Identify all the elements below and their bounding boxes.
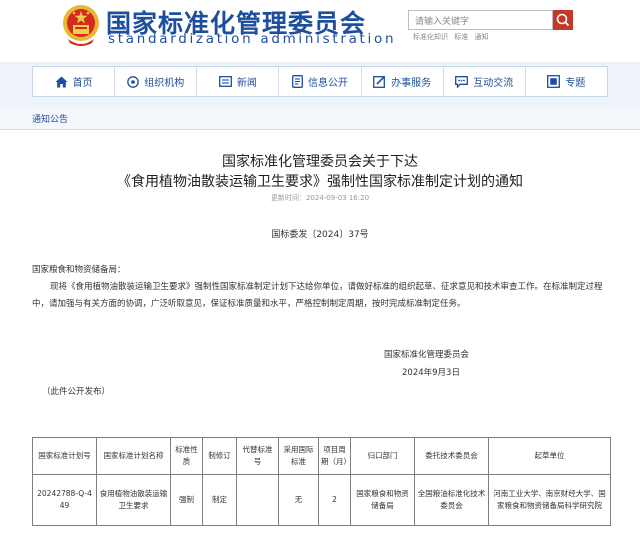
hot-words: 标准化知识 标准 通知 — [413, 32, 492, 42]
main-nav: 首页 组织机构 新闻 信息公开 办事服务 互动交流 专题 — [32, 66, 608, 97]
service-icon — [373, 75, 386, 88]
nav-item-topic[interactable]: 专题 — [526, 67, 607, 96]
table-cell: 强制 — [170, 474, 203, 526]
signature: 国家标准化管理委员会 — [384, 350, 470, 360]
table-row: 20242788-Q-449 食用植物油散装运输卫生要求 强制 制定 无 2 国… — [32, 474, 611, 526]
table-cell: 2 — [318, 474, 351, 526]
table-cell: 全国粮油标准化技术委员会 — [414, 474, 489, 526]
document-number: 国标委发〔2024〕37号 — [271, 230, 369, 240]
nav-label: 办事服务 — [391, 78, 432, 89]
column-header: 采用国际标准 — [278, 437, 319, 475]
search-icon — [556, 13, 570, 27]
breadcrumb-link[interactable]: 通知公告 — [32, 112, 68, 125]
table-header-row: 国家标准计划号 国家标准计划名称 标准性质 制修订 代替标准号 采用国际标准 项… — [32, 437, 611, 475]
home-icon — [55, 76, 68, 87]
column-header: 国家标准计划名称 — [96, 437, 171, 475]
nav-label: 信息公开 — [307, 78, 348, 89]
site-subtitle: standardization administration — [108, 31, 397, 47]
column-header: 制修订 — [202, 437, 237, 475]
table-cell: 食用植物油散装运输卫生要求 — [96, 474, 171, 526]
signature-date: 2024年9月3日 — [402, 368, 460, 378]
hot-word-link[interactable]: 标准 — [454, 33, 468, 41]
nav-label: 新闻 — [236, 78, 257, 89]
column-header: 代替标准号 — [236, 437, 279, 475]
nav-item-service[interactable]: 办事服务 — [362, 67, 444, 96]
hot-word-link[interactable]: 通知 — [474, 33, 488, 41]
publish-note: （此件公开发布） — [42, 387, 111, 397]
table-cell: 河南工业大学、南京财经大学、国家粮食和物资储备局科学研究院 — [488, 474, 611, 526]
news-icon — [218, 76, 232, 87]
org-icon — [127, 75, 140, 88]
site-header: 国家标准化管理委员会 standardization administratio… — [0, 0, 640, 62]
hot-word-link[interactable]: 标准化知识 — [413, 33, 448, 41]
topic-icon — [547, 75, 561, 88]
article-body: 现将《食用植物油散装运输卫生要求》强制性国家标准制定计划下达给你单位，请做好标准… — [32, 282, 603, 309]
column-header: 国家标准计划号 — [32, 437, 97, 475]
table-cell — [236, 474, 279, 526]
nav-item-info[interactable]: 信息公开 — [279, 67, 362, 96]
table-cell: 无 — [278, 474, 319, 526]
column-header: 起草单位 — [488, 437, 611, 475]
nav-label: 互动交流 — [473, 78, 514, 89]
info-icon — [292, 75, 303, 88]
nav-label: 首页 — [72, 78, 93, 89]
chat-icon — [455, 75, 469, 88]
table-cell: 制定 — [202, 474, 237, 526]
table-cell: 国家粮食和物资储备局 — [350, 474, 415, 526]
column-header: 委托技术委员会 — [414, 437, 489, 475]
search-button[interactable] — [553, 10, 573, 30]
nav-item-org[interactable]: 组织机构 — [115, 67, 198, 96]
column-header: 归口部门 — [350, 437, 415, 475]
article-title-line-1: 国家标准化管理委员会关于下达 — [222, 154, 418, 170]
salutation: 国家粮食和物资储备局： — [32, 265, 126, 275]
nav-item-news[interactable]: 新闻 — [197, 67, 280, 96]
column-header: 标准性质 — [170, 437, 203, 475]
article-title-line-2: 《食用植物油散装运输卫生要求》强制性国家标准制定计划的通知 — [117, 174, 523, 190]
nav-bar: 首页 组织机构 新闻 信息公开 办事服务 互动交流 专题 — [0, 62, 640, 107]
search-input[interactable]: 请输入关键字 — [408, 10, 553, 30]
national-emblem-icon[interactable] — [62, 3, 100, 47]
nav-label: 组织机构 — [144, 78, 185, 89]
breadcrumb-bar: 通知公告 — [0, 107, 640, 130]
nav-label: 专题 — [565, 78, 586, 89]
update-time: 更新时间：2024-09-03 16:20 — [270, 194, 370, 202]
nav-item-home[interactable]: 首页 — [33, 67, 116, 96]
table-cell: 20242788-Q-449 — [32, 474, 97, 526]
nav-item-interaction[interactable]: 互动交流 — [444, 67, 526, 96]
standard-plan-table: 国家标准计划号 国家标准计划名称 标准性质 制修订 代替标准号 采用国际标准 项… — [32, 437, 611, 526]
column-header: 项目周期（月） — [318, 437, 351, 475]
